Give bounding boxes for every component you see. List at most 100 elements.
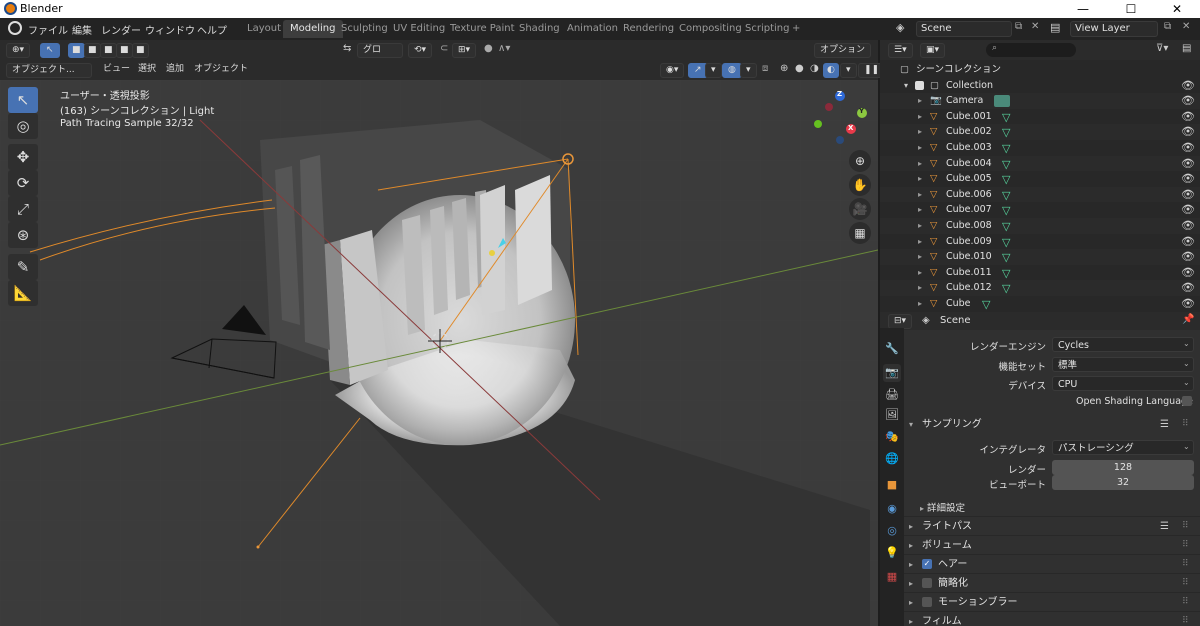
gizmo-neg-x-axis[interactable] <box>825 103 833 111</box>
drag-handle-icon[interactable]: ⠿ <box>1182 415 1189 434</box>
outliner-item[interactable]: ▸ ▽ Cube.003 ▽ 👁 <box>880 140 1200 156</box>
motion-blur-checkbox[interactable] <box>922 597 932 607</box>
output-tab-icon[interactable]: 🖨 <box>883 386 901 404</box>
gizmo-dropdown-icon[interactable]: ▾ <box>705 63 722 78</box>
menu-file[interactable]: ファイル <box>28 22 68 37</box>
delete-view-layer-icon[interactable]: ✕ <box>1182 21 1190 32</box>
shading-material-icon[interactable]: ◑ <box>810 63 819 74</box>
simplify-panel-header[interactable]: ▸ 簡略化 ⠿ <box>904 573 1200 592</box>
outliner-item[interactable]: ▸ ▽ Cube.009 ▽ 👁 <box>880 234 1200 250</box>
delete-scene-icon[interactable]: ✕ <box>1031 21 1039 32</box>
eye-icon[interactable]: 👁 <box>1181 78 1195 93</box>
menu-view[interactable]: ビュー <box>98 63 135 78</box>
blender-menu-icon[interactable] <box>8 21 22 35</box>
object-tab-icon[interactable]: ■ <box>883 476 901 494</box>
world-tab-icon[interactable]: 🌐 <box>883 450 901 468</box>
outliner-item[interactable]: ▸ ▽ Cube.012 ▽ 👁 <box>880 280 1200 296</box>
eye-icon[interactable]: 👁 <box>1181 280 1195 295</box>
transform-tool[interactable]: ⊛ <box>8 222 38 248</box>
outliner-item[interactable]: ▸ ▽ Cube.010 ▽ 👁 <box>880 249 1200 265</box>
falloff-icon[interactable]: ∧▾ <box>498 43 510 54</box>
select-mode-subtract-icon[interactable]: ■ <box>100 43 117 58</box>
properties-editor-type-icon[interactable]: ⊟▾ <box>888 314 913 329</box>
drag-handle-icon[interactable]: ⠿ <box>1182 574 1189 593</box>
outliner-item[interactable]: ▸ ▽ Cube ▽ 👁 <box>880 296 1200 312</box>
preset-list-icon[interactable]: ☰ <box>1160 517 1169 536</box>
film-panel-header[interactable]: ▸ フィルム ⠿ <box>904 611 1200 626</box>
eye-icon[interactable]: 👁 <box>1181 265 1195 280</box>
select-mode-invert-icon[interactable]: ■ <box>116 43 133 58</box>
menu-help[interactable]: ヘルプ <box>197 22 227 37</box>
shading-wireframe-icon[interactable]: ⊕ <box>780 63 788 74</box>
overlay-toggle-icon[interactable]: ◍ <box>722 63 742 78</box>
overlay-dropdown-icon[interactable]: ▾ <box>740 63 757 78</box>
hair-checkbox[interactable]: ✓ <box>922 559 932 569</box>
osl-checkbox[interactable] <box>1182 396 1192 406</box>
sampling-panel-header[interactable]: ▾ サンプリング ☰ ⠿ <box>904 415 1200 434</box>
outliner-item[interactable]: ▸ ▽ Cube.008 ▽ 👁 <box>880 218 1200 234</box>
eye-icon[interactable]: 👁 <box>1181 187 1195 202</box>
drag-handle-icon[interactable]: ⠿ <box>1182 593 1189 612</box>
texture-tab-icon[interactable]: ▦ <box>883 568 901 586</box>
view-layer-tab-icon[interactable]: 🖼 <box>883 406 901 424</box>
snap-icon[interactable]: ⊂ <box>440 43 448 54</box>
shading-rendered-icon[interactable]: ◐ <box>823 63 839 78</box>
outliner-item[interactable]: ▸ 📷 Camera 👁 <box>880 93 1200 109</box>
eye-icon[interactable]: 👁 <box>1181 202 1195 217</box>
eye-icon[interactable]: 👁 <box>1181 140 1195 155</box>
outliner-collection-row[interactable]: ▾ ▢ Collection 👁 <box>880 78 1200 94</box>
outliner-item[interactable]: ▸ ▽ Cube.002 ▽ 👁 <box>880 124 1200 140</box>
shading-dropdown-icon[interactable]: ▾ <box>840 63 857 78</box>
scene-icon[interactable]: ◈ <box>896 21 904 34</box>
light-handle[interactable] <box>489 250 495 256</box>
drag-handle-icon[interactable]: ⠿ <box>1182 612 1189 626</box>
transform-orientation-dropdown[interactable]: グロー... <box>357 43 403 68</box>
add-workspace-button[interactable]: + <box>785 20 807 38</box>
outliner-item[interactable]: ▸ ▽ Cube.005 ▽ 👁 <box>880 171 1200 187</box>
constraint-tab-icon[interactable]: ◎ <box>883 522 901 540</box>
drag-handle-icon[interactable]: ⠿ <box>1182 517 1189 536</box>
view-layer-selector[interactable]: View Layer <box>1070 21 1158 37</box>
drag-handle-icon[interactable]: ⠿ <box>1182 555 1189 574</box>
render-samples-field[interactable]: 128 <box>1052 460 1194 475</box>
viewport-samples-field[interactable]: 32 <box>1052 475 1194 490</box>
menu-render[interactable]: レンダー <box>101 22 141 37</box>
pin-icon[interactable]: 📌 <box>1182 314 1194 325</box>
outliner-search-input[interactable] <box>986 43 1076 57</box>
light-paths-panel-header[interactable]: ▸ ライトパス ☰ ⠿ <box>904 516 1200 535</box>
camera-view-icon[interactable]: 🎥 <box>849 198 871 220</box>
render-tab-icon[interactable]: 📷 <box>883 364 901 382</box>
render-engine-dropdown[interactable]: Cycles <box>1052 337 1194 352</box>
pan-hand-icon[interactable]: ✋ <box>849 174 871 196</box>
view-layer-icon[interactable]: ▤ <box>1050 21 1060 34</box>
visibility-icon[interactable]: ◉▾ <box>660 63 685 78</box>
eye-icon[interactable]: 👁 <box>1181 156 1195 171</box>
new-view-layer-icon[interactable]: ⧉ <box>1164 21 1171 32</box>
zoom-icon[interactable]: ⊕ <box>849 150 871 172</box>
eye-icon[interactable]: 👁 <box>1181 171 1195 186</box>
feature-set-dropdown[interactable]: 標準 <box>1052 357 1194 372</box>
outliner-item[interactable]: ▸ ▽ Cube.004 ▽ 👁 <box>880 155 1200 172</box>
new-collection-icon[interactable]: ▤ <box>1182 43 1191 54</box>
gizmo-neg-z-axis[interactable] <box>836 136 844 144</box>
tab-layout[interactable]: Layout <box>240 20 288 38</box>
menu-add[interactable]: 追加 <box>161 63 189 78</box>
object-data-tab-icon[interactable]: 💡 <box>883 544 901 562</box>
annotate-tool[interactable]: ✎ <box>8 254 38 280</box>
rotate-tool[interactable]: ⟳ <box>8 170 38 196</box>
gizmo-neg-y-axis[interactable] <box>814 120 822 128</box>
integrator-dropdown[interactable]: パストレーシング <box>1052 440 1194 455</box>
select-tool-icon[interactable]: ↖ <box>40 43 60 58</box>
tab-texture-paint[interactable]: Texture Paint <box>443 20 522 38</box>
pivot-point-icon[interactable]: ⟲▾ <box>408 43 433 58</box>
proportional-edit-icon[interactable]: ● <box>484 43 493 54</box>
modifier-tab-icon[interactable]: ◉ <box>883 500 901 518</box>
filter-icon[interactable]: ⊽▾ <box>1156 43 1168 54</box>
maximize-button[interactable]: ☐ <box>1108 0 1154 18</box>
outliner-root-row[interactable]: ▢ シーンコレクション <box>880 62 1200 78</box>
scale-tool[interactable]: ⤢ <box>8 196 38 222</box>
hair-panel-header[interactable]: ▸ ✓ ヘアー ⠿ <box>904 554 1200 573</box>
snap-settings-icon[interactable]: ⊞▾ <box>452 43 477 58</box>
select-mode-new-icon[interactable]: ■ <box>68 43 85 58</box>
shading-solid-icon[interactable]: ● <box>795 63 804 74</box>
